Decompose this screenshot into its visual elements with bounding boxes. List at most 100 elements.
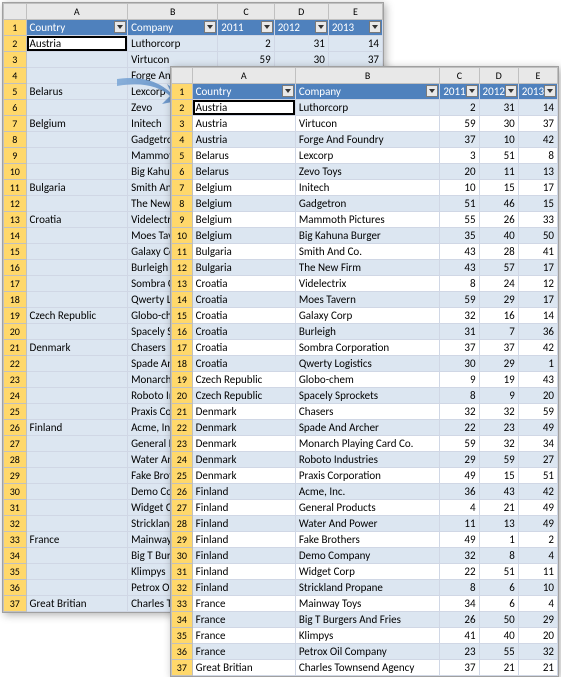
cell-company[interactable]: Gadgetron	[295, 196, 439, 212]
colhead-E[interactable]: E	[328, 4, 382, 20]
cell-value[interactable]: 59	[440, 436, 479, 452]
cell-company[interactable]: Virtucon	[295, 116, 439, 132]
cell-company[interactable]: Strickland Propane	[295, 580, 439, 596]
rowhead[interactable]: 33	[172, 596, 193, 612]
cell-country[interactable]: Belgium	[192, 180, 295, 196]
grid-unmerged[interactable]: A B C D E 1 Country Company 2011 2012 20…	[171, 67, 558, 676]
cell-country[interactable]	[26, 276, 128, 292]
cell-value[interactable]: 21	[518, 660, 557, 676]
cell-company[interactable]: Qwerty Logistics	[295, 356, 439, 372]
cell-country[interactable]: Croatia	[192, 340, 295, 356]
cell-value[interactable]: 8	[440, 388, 479, 404]
cell-value[interactable]: 15	[479, 180, 518, 196]
cell-value[interactable]: 51	[518, 468, 557, 484]
cell-country[interactable]: Denmark	[192, 436, 295, 452]
rowhead[interactable]: 26	[4, 420, 27, 436]
header-company[interactable]: Company	[128, 20, 218, 36]
cell-value[interactable]: 16	[479, 308, 518, 324]
rowhead[interactable]: 27	[4, 436, 27, 452]
cell-country[interactable]: Denmark	[192, 420, 295, 436]
rowhead[interactable]: 24	[4, 388, 27, 404]
rowhead[interactable]: 17	[4, 276, 27, 292]
cell-value[interactable]: 3	[440, 148, 479, 164]
cell-value[interactable]: 10	[518, 580, 557, 596]
header-company[interactable]: Company	[295, 84, 439, 100]
rowhead[interactable]: 37	[4, 596, 27, 612]
cell-country[interactable]: Finland	[192, 580, 295, 596]
rowhead[interactable]: 10	[4, 164, 27, 180]
cell-value[interactable]: 26	[440, 612, 479, 628]
rowhead[interactable]: 7	[4, 116, 27, 132]
cell-company[interactable]: Acme, Inc.	[295, 484, 439, 500]
filter-icon[interactable]	[466, 85, 478, 97]
rowhead[interactable]: 11	[172, 244, 193, 260]
cell-country[interactable]	[26, 148, 128, 164]
cell-value[interactable]: 43	[518, 372, 557, 388]
cell-country[interactable]	[26, 516, 128, 532]
rowhead[interactable]: 26	[172, 484, 193, 500]
rowhead[interactable]: 36	[4, 580, 27, 596]
cell-value[interactable]: 22	[440, 420, 479, 436]
cell-country[interactable]: Belgium	[192, 196, 295, 212]
cell-value[interactable]: 35	[440, 228, 479, 244]
cell-country[interactable]: France	[192, 612, 295, 628]
cell-country[interactable]	[26, 388, 128, 404]
cell-country[interactable]	[26, 372, 128, 388]
header-country[interactable]: Country	[192, 84, 295, 100]
cell-value[interactable]: 21	[479, 660, 518, 676]
cell-value[interactable]: 21	[479, 500, 518, 516]
cell-company[interactable]: Praxis Corporation	[295, 468, 439, 484]
cell-value[interactable]: 49	[518, 500, 557, 516]
cell-value[interactable]: 15	[479, 468, 518, 484]
cell-value[interactable]: 42	[518, 484, 557, 500]
cell-country[interactable]: Denmark	[192, 404, 295, 420]
cell-country[interactable]: France	[192, 628, 295, 644]
rowhead[interactable]: 30	[172, 548, 193, 564]
cell-company[interactable]: Spacely Sprockets	[295, 388, 439, 404]
cell-country[interactable]: Czech Republic	[192, 388, 295, 404]
cell-value[interactable]: 31	[274, 36, 328, 52]
cell-company[interactable]: Spade And Archer	[295, 420, 439, 436]
cell-country[interactable]: Finland	[192, 500, 295, 516]
filter-icon[interactable]	[204, 21, 216, 33]
filter-icon[interactable]	[544, 85, 556, 97]
cell-value[interactable]: 36	[518, 324, 557, 340]
cell-value[interactable]: 30	[479, 116, 518, 132]
rowhead[interactable]: 19	[172, 372, 193, 388]
cell-value[interactable]: 14	[518, 100, 557, 116]
rowhead[interactable]: 6	[4, 100, 27, 116]
rowhead[interactable]: 7	[172, 180, 193, 196]
cell-country[interactable]	[26, 436, 128, 452]
cell-value[interactable]: 12	[518, 276, 557, 292]
cell-company[interactable]: Chasers	[295, 404, 439, 420]
cell-country[interactable]	[26, 404, 128, 420]
rowhead[interactable]: 33	[4, 532, 27, 548]
header-2013[interactable]: 2013	[518, 84, 557, 100]
rowhead[interactable]: 3	[4, 52, 27, 68]
cell-value[interactable]: 46	[479, 196, 518, 212]
cell-value[interactable]: 43	[440, 244, 479, 260]
rowhead[interactable]: 37	[172, 660, 193, 676]
cell-country[interactable]: Bulgaria	[192, 244, 295, 260]
cell-value[interactable]: 43	[440, 260, 479, 276]
rowhead[interactable]: 12	[172, 260, 193, 276]
cell-value[interactable]: 42	[518, 340, 557, 356]
cell-value[interactable]: 4	[518, 596, 557, 612]
cell-company[interactable]: Widget Corp	[295, 564, 439, 580]
cell-country[interactable]	[26, 452, 128, 468]
filter-icon[interactable]	[426, 85, 438, 97]
rowhead[interactable]: 20	[172, 388, 193, 404]
rowhead[interactable]: 15	[4, 244, 27, 260]
cell-value[interactable]: 29	[479, 356, 518, 372]
rowhead[interactable]: 5	[4, 84, 27, 100]
cell-country[interactable]: Denmark	[26, 340, 128, 356]
cell-value[interactable]: 2	[440, 100, 479, 116]
rowhead[interactable]: 6	[172, 164, 193, 180]
cell-country[interactable]: Belgium	[26, 116, 128, 132]
cell-value[interactable]: 7	[479, 324, 518, 340]
rowhead[interactable]: 35	[4, 564, 27, 580]
cell-country[interactable]	[26, 164, 128, 180]
cell-value[interactable]: 17	[518, 180, 557, 196]
cell-country[interactable]: Croatia	[192, 324, 295, 340]
cell-value[interactable]: 41	[518, 244, 557, 260]
